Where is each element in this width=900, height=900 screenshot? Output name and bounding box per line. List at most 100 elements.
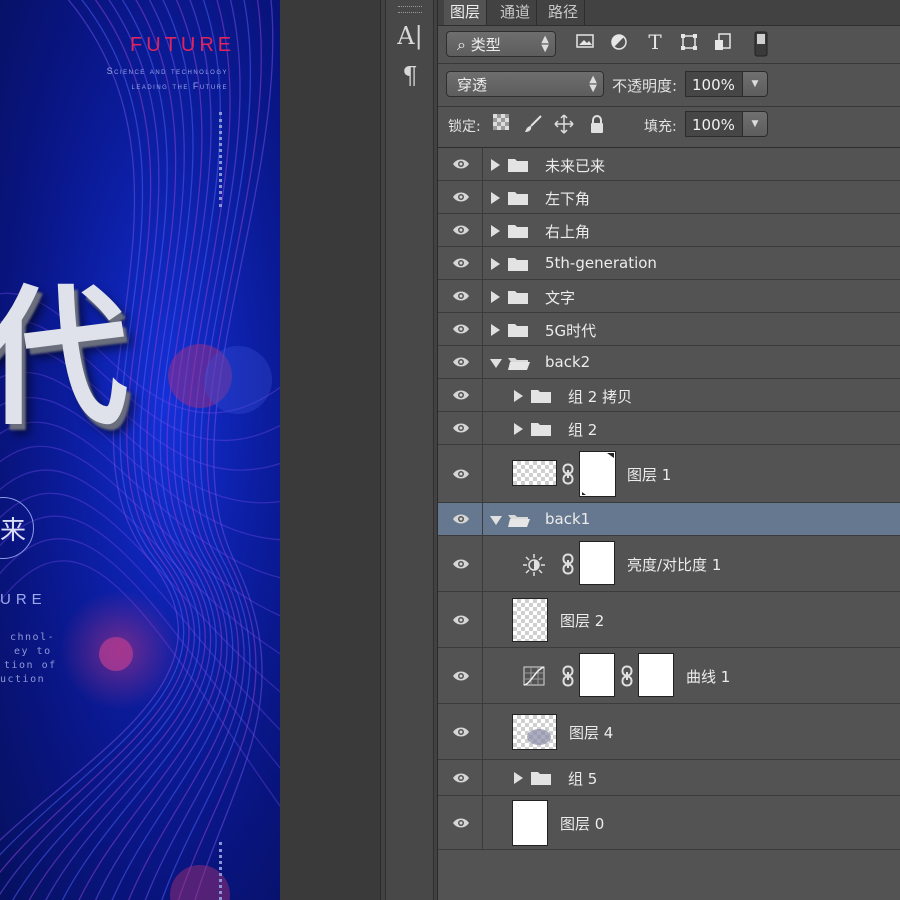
visibility-eye-icon[interactable] [438, 346, 483, 378]
smart-object-filter-icon[interactable] [712, 33, 734, 55]
folder-icon [507, 512, 530, 528]
poster-body-text: tion of [4, 660, 57, 671]
poster-subtitle-1: Science and technology [106, 66, 228, 76]
layer-row[interactable]: 未来已来 [438, 148, 900, 181]
filter-row: ⌕ 类型 ▲ ▼ T [438, 25, 900, 63]
visibility-eye-icon[interactable] [438, 445, 483, 502]
tab-layers[interactable]: 图层 [444, 0, 488, 25]
lock-all-icon[interactable] [586, 114, 608, 136]
layer-row[interactable]: 文字 [438, 280, 900, 313]
visibility-eye-icon[interactable] [438, 313, 483, 345]
mask-thumbnail[interactable] [638, 653, 674, 697]
folder-icon [530, 770, 552, 786]
panel-tab-bar: 图层 通道 路径 [438, 0, 900, 26]
type-filter-icon[interactable]: T [644, 31, 666, 53]
layer-name: 图层 1 [627, 466, 672, 484]
visibility-eye-icon[interactable] [438, 214, 483, 246]
layer-thumbnail[interactable] [512, 598, 548, 642]
folder-icon [507, 289, 529, 305]
layer-row[interactable]: back1 [438, 503, 900, 536]
opacity-label: 不透明度: [612, 77, 678, 95]
expand-triangle-down-icon[interactable] [490, 515, 502, 525]
image-filter-icon[interactable] [574, 33, 596, 55]
visibility-eye-icon[interactable] [438, 536, 483, 591]
wave-lines-graphic [0, 0, 280, 900]
expand-triangle-right-icon[interactable] [514, 772, 523, 784]
tab-channels[interactable]: 通道 [494, 0, 538, 25]
visibility-eye-icon[interactable] [438, 503, 483, 535]
blend-mode-select[interactable]: 穿透 ▲ ▼ [446, 71, 604, 97]
visibility-eye-icon[interactable] [438, 247, 483, 279]
visibility-eye-icon[interactable] [438, 280, 483, 312]
filter-kind-select[interactable]: ⌕ 类型 ▲ ▼ [446, 31, 556, 57]
visibility-eye-icon[interactable] [438, 760, 483, 795]
layer-row[interactable]: 组 5 [438, 760, 900, 796]
fill-field[interactable]: 100% [685, 111, 743, 137]
layer-row[interactable]: 左下角 [438, 181, 900, 214]
layer-name: back2 [545, 352, 591, 371]
expand-triangle-right-icon[interactable] [491, 323, 500, 336]
lock-transparent-pixels-icon[interactable] [490, 114, 512, 136]
link-chain-icon[interactable] [621, 665, 633, 687]
paragraph-panel-icon[interactable]: ¶ [394, 60, 426, 92]
document-canvas[interactable]: FUTURE Science and technology leading th… [0, 0, 280, 900]
expand-triangle-right-icon[interactable] [491, 158, 500, 171]
adjustment-filter-icon[interactable] [608, 33, 630, 55]
mask-thumbnail[interactable] [579, 451, 616, 497]
layer-name: 图层 4 [569, 724, 614, 742]
layer-row[interactable]: 图层 2 [438, 592, 900, 648]
layer-row[interactable]: 组 2 拷贝 [438, 379, 900, 412]
link-chain-icon[interactable] [562, 463, 574, 485]
layer-row[interactable]: 曲线 1 [438, 648, 900, 704]
expand-triangle-right-icon[interactable] [514, 422, 523, 435]
brightness-contrast-icon [522, 553, 546, 581]
lock-image-pixels-icon[interactable] [522, 114, 544, 136]
expand-triangle-right-icon[interactable] [491, 191, 500, 204]
blend-mode-value: 穿透 [457, 76, 488, 94]
visibility-eye-icon[interactable] [438, 796, 483, 849]
folder-icon [530, 388, 552, 404]
layer-row[interactable]: 组 2 [438, 412, 900, 445]
mask-thumbnail[interactable] [579, 653, 615, 697]
expand-triangle-right-icon[interactable] [491, 224, 500, 237]
expand-triangle-down-icon[interactable] [490, 358, 502, 368]
collapsed-panel-strip: A| ¶ [380, 0, 438, 900]
visibility-eye-icon[interactable] [438, 181, 483, 213]
expand-triangle-right-icon[interactable] [491, 290, 500, 303]
visibility-eye-icon[interactable] [438, 148, 483, 180]
drag-grip-icon[interactable] [398, 6, 422, 13]
link-chain-icon[interactable] [562, 553, 574, 575]
character-panel-icon[interactable]: A| [394, 20, 426, 52]
lock-position-icon[interactable] [553, 114, 575, 136]
panel-dock: A| ¶ [385, 0, 434, 900]
layer-row[interactable]: 亮度/对比度 1 [438, 536, 900, 592]
dotted-line [219, 842, 225, 900]
tab-paths[interactable]: 路径 [542, 0, 586, 25]
layer-thumbnail[interactable] [512, 460, 557, 486]
filter-toggle-switch[interactable] [750, 31, 772, 57]
layer-row[interactable]: 5G时代 [438, 313, 900, 346]
shape-filter-icon[interactable] [678, 33, 700, 55]
layer-thumbnail[interactable] [512, 714, 557, 750]
filter-kind-label: 类型 [470, 36, 501, 54]
layer-row[interactable]: 右上角 [438, 214, 900, 247]
layer-row[interactable]: 图层 0 [438, 796, 900, 850]
layer-row[interactable]: 图层 1 [438, 445, 900, 503]
expand-triangle-right-icon[interactable] [491, 257, 500, 270]
visibility-eye-icon[interactable] [438, 592, 483, 647]
layer-row[interactable]: back2 [438, 346, 900, 379]
mask-thumbnail[interactable] [579, 541, 615, 585]
opacity-dropdown-button[interactable]: ▼ [742, 71, 768, 97]
expand-triangle-right-icon[interactable] [514, 389, 523, 402]
layer-thumbnail[interactable] [512, 800, 548, 846]
link-chain-icon[interactable] [562, 665, 574, 687]
opacity-field[interactable]: 100% [685, 71, 743, 97]
layer-row[interactable]: 5th-generation [438, 247, 900, 280]
visibility-eye-icon[interactable] [438, 412, 483, 444]
layer-row[interactable]: 图层 4 [438, 704, 900, 760]
fill-dropdown-button[interactable]: ▼ [742, 111, 768, 137]
divider [438, 106, 900, 107]
visibility-eye-icon[interactable] [438, 648, 483, 703]
visibility-eye-icon[interactable] [438, 379, 483, 411]
visibility-eye-icon[interactable] [438, 704, 483, 759]
